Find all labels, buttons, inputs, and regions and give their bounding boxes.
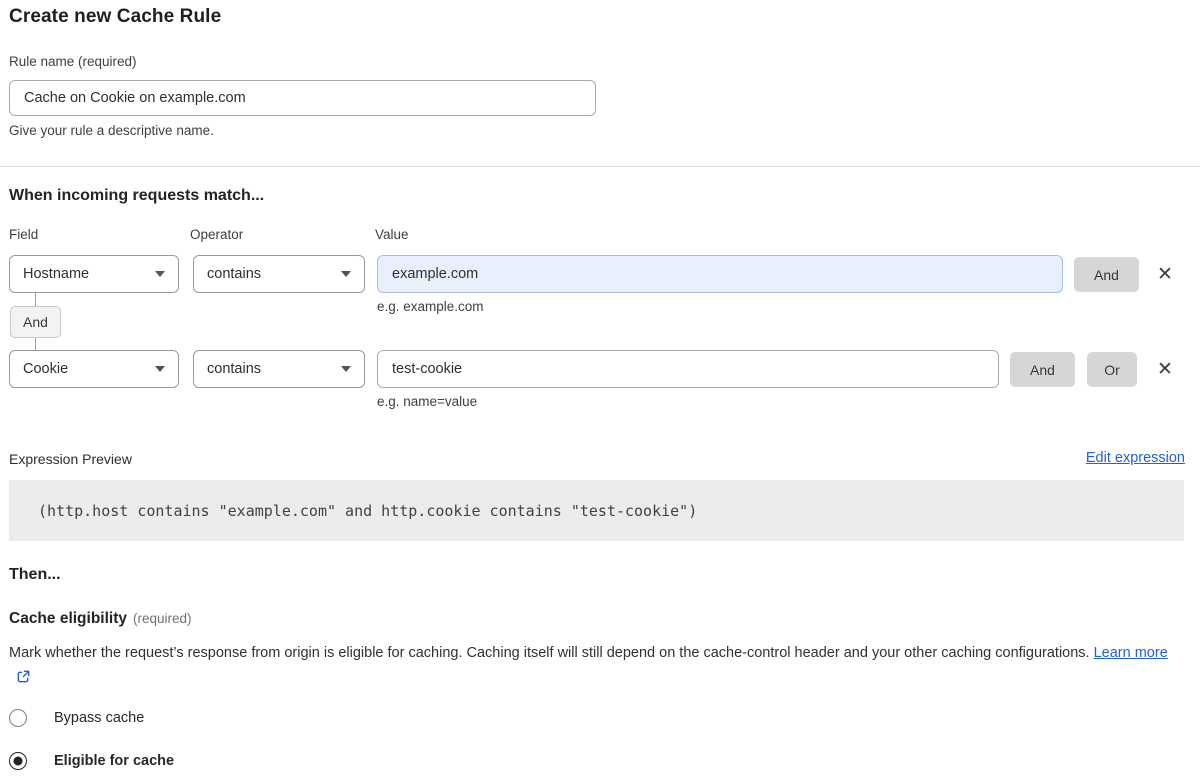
- value-hint-row1: e.g. example.com: [377, 299, 484, 314]
- cache-eligibility-description: Mark whether the request’s response from…: [9, 641, 1169, 693]
- connector-and-chip[interactable]: And: [10, 306, 61, 338]
- expression-code: (http.host contains "example.com" and ht…: [38, 502, 697, 520]
- external-link-icon: [16, 668, 31, 693]
- then-heading: Then...: [9, 566, 61, 584]
- chevron-down-icon: [155, 271, 165, 277]
- field-select-row1-value: Hostname: [23, 266, 89, 282]
- cache-eligibility-title: Cache eligibility: [9, 610, 127, 627]
- required-tag: (required): [133, 611, 192, 626]
- match-heading: When incoming requests match...: [9, 187, 264, 205]
- learn-more-link[interactable]: Learn more: [1094, 645, 1168, 661]
- value-input-row1[interactable]: example.com: [377, 255, 1063, 293]
- operator-select-row1-value: contains: [207, 266, 261, 282]
- and-button-row2[interactable]: And: [1010, 352, 1075, 387]
- rule-name-value: Cache on Cookie on example.com: [24, 90, 246, 106]
- bypass-cache-label: Bypass cache: [54, 710, 144, 726]
- remove-row2-icon[interactable]: ✕: [1157, 360, 1173, 379]
- field-select-row2-value: Cookie: [23, 361, 68, 377]
- value-input-row2[interactable]: test-cookie: [377, 350, 999, 388]
- rule-name-input[interactable]: Cache on Cookie on example.com: [9, 80, 596, 116]
- description-text: Mark whether the request’s response from…: [9, 645, 1090, 661]
- chevron-down-icon: [341, 271, 351, 277]
- column-label-operator: Operator: [190, 227, 243, 242]
- page-title: Create new Cache Rule: [9, 6, 221, 28]
- create-cache-rule-form: Create new Cache Rule Rule name (require…: [0, 0, 1200, 784]
- eligible-for-cache-label: Eligible for cache: [54, 753, 174, 769]
- value-hint-row2: e.g. name=value: [377, 394, 477, 409]
- chevron-down-icon: [341, 366, 351, 372]
- edit-expression-link[interactable]: Edit expression: [1086, 450, 1185, 466]
- section-divider: [0, 166, 1200, 167]
- operator-select-row1[interactable]: contains: [193, 255, 365, 293]
- chevron-down-icon: [155, 366, 165, 372]
- remove-row1-icon[interactable]: ✕: [1157, 265, 1173, 284]
- and-button-row1[interactable]: And: [1074, 257, 1139, 292]
- field-select-row2[interactable]: Cookie: [9, 350, 179, 388]
- column-label-field: Field: [9, 227, 38, 242]
- operator-select-row2-value: contains: [207, 361, 261, 377]
- or-button-row2[interactable]: Or: [1087, 352, 1137, 387]
- rule-name-label: Rule name (required): [9, 54, 137, 69]
- expression-code-block: (http.host contains "example.com" and ht…: [9, 480, 1184, 541]
- cache-eligibility-title-row: Cache eligibility (required): [9, 610, 192, 628]
- field-select-row1[interactable]: Hostname: [9, 255, 179, 293]
- rule-name-helper: Give your rule a descriptive name.: [9, 123, 214, 138]
- option-eligible-for-cache[interactable]: Eligible for cache: [9, 752, 174, 770]
- column-label-value: Value: [375, 227, 409, 242]
- value-input-row2-value: test-cookie: [392, 361, 462, 377]
- radio-unselected-icon[interactable]: [9, 709, 27, 727]
- option-bypass-cache[interactable]: Bypass cache: [9, 709, 144, 727]
- expression-preview-label: Expression Preview: [9, 451, 132, 467]
- radio-selected-icon[interactable]: [9, 752, 27, 770]
- operator-select-row2[interactable]: contains: [193, 350, 365, 388]
- value-input-row1-value: example.com: [392, 266, 478, 282]
